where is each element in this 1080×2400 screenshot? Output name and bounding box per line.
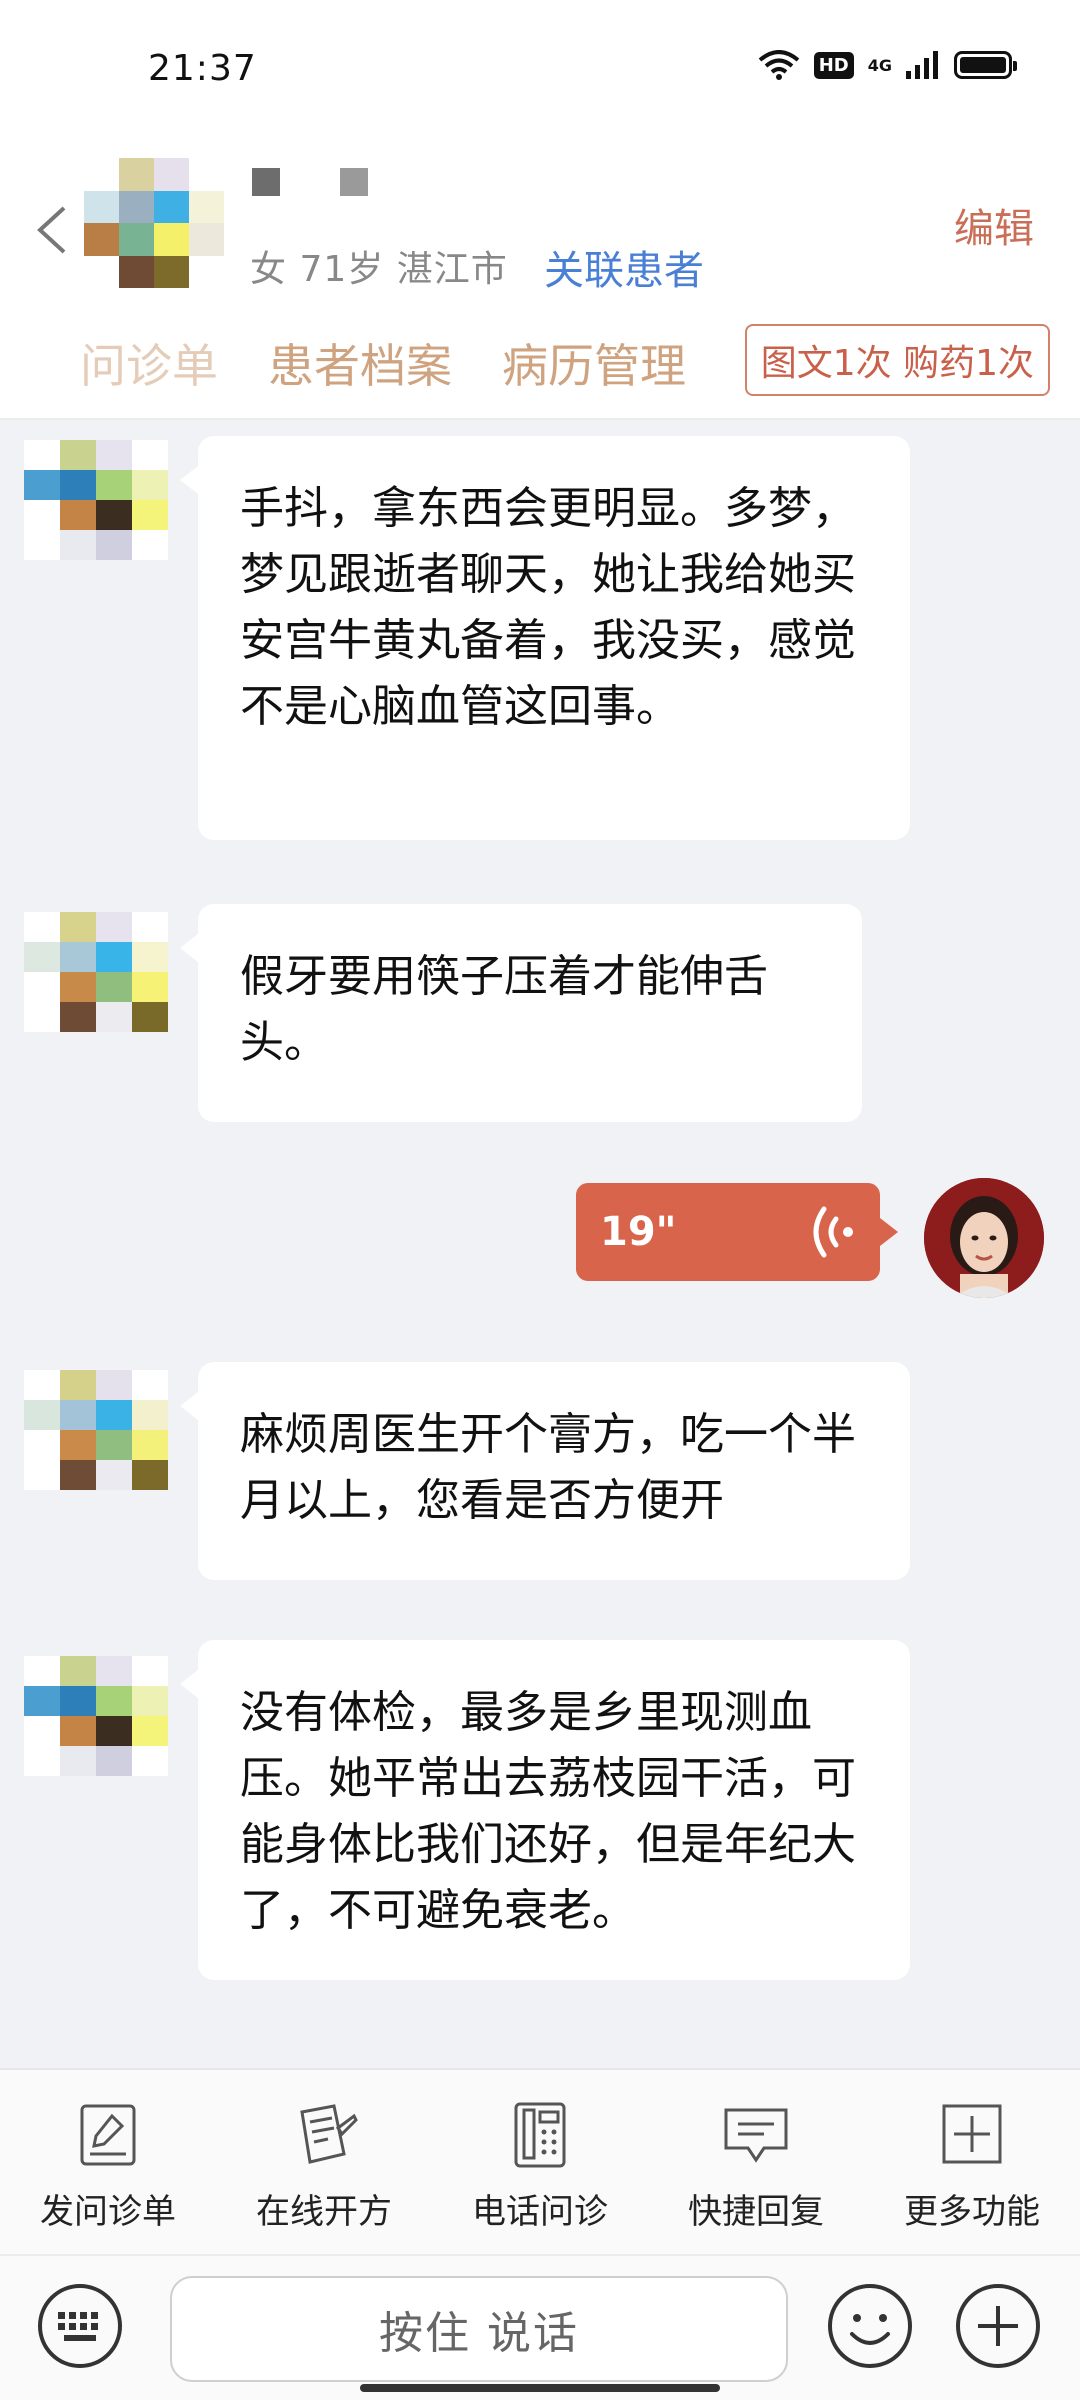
tab-patient-record[interactable]: 患者档案 [268, 330, 452, 396]
tool-label: 在线开方 [256, 2192, 392, 2232]
tab-medical-history[interactable]: 病历管理 [502, 330, 686, 396]
patient-avatar[interactable] [24, 440, 168, 560]
tool-label: 更多功能 [904, 2192, 1040, 2232]
input-bar: 按住 说话 [0, 2254, 1080, 2400]
message-text: 手抖，拿东西会更明显。多梦，梦见跟逝者聊天，她让我给她买安宫牛黄丸备着，我没买，… [240, 483, 856, 732]
message-text: 假牙要用筷子压着才能伸舌头。 [240, 951, 768, 1068]
status-time: 21:37 [148, 48, 257, 89]
phone-consult-button[interactable]: 电话问诊 [432, 2070, 648, 2254]
chat-reply-icon [724, 2108, 788, 2163]
patient-avatar[interactable] [24, 912, 168, 1032]
plus-box-icon [942, 2104, 1002, 2164]
battery-icon [954, 51, 1017, 79]
tool-label: 发问诊单 [40, 2192, 176, 2232]
doctor-avatar[interactable] [924, 1178, 1044, 1298]
consult-counter-badge: 图文1次 购药1次 [744, 324, 1050, 396]
patient-meta: 女 71岁 湛江市 [250, 249, 508, 290]
wifi-icon [758, 50, 800, 80]
add-icon[interactable] [954, 2282, 1042, 2370]
header-tabs: 问诊单 患者档案 病历管理 [80, 330, 686, 396]
tab-consult-form[interactable]: 问诊单 [80, 330, 218, 396]
message-bubble[interactable]: 没有体检，最多是乡里现测血压。她平常出去荔枝园干活，可能身体比我们还好，但是年纪… [180, 1640, 910, 1980]
more-functions-button[interactable]: 更多功能 [864, 2070, 1080, 2254]
message-bubble[interactable]: 手抖，拿东西会更明显。多梦，梦见跟逝者聊天，她让我给她买安宫牛黄丸备着，我没买，… [180, 436, 910, 840]
link-patient-button[interactable]: 关联患者 [544, 238, 704, 296]
patient-avatar[interactable] [24, 1370, 168, 1490]
doctor-portrait [924, 1178, 1044, 1298]
quick-reply-button[interactable]: 快捷回复 [648, 2070, 864, 2254]
phone-icon [514, 2102, 566, 2168]
message-bubble[interactable]: 麻烦周医生开个膏方，吃一个半月以上，您看是否方便开 [180, 1362, 910, 1580]
chat-header: 女 71岁 湛江市 关联患者 编辑 问诊单 患者档案 病历管理 图文1次 购药1… [0, 140, 1080, 420]
network-type: 4G [867, 55, 892, 75]
patient-avatar[interactable] [84, 158, 224, 288]
voice-wave-icon [813, 1206, 853, 1258]
hold-to-talk-button[interactable]: 按住 说话 [170, 2276, 788, 2382]
status-bar: 21:37 HD 4G [0, 0, 1080, 140]
emoji-icon[interactable] [826, 2282, 914, 2370]
tool-label: 电话问诊 [472, 2192, 608, 2232]
patient-name-redacted [252, 168, 368, 196]
hd-badge: HD [813, 51, 854, 79]
patient-avatar[interactable] [24, 1656, 168, 1776]
send-consult-form-button[interactable]: 发问诊单 [0, 2070, 216, 2254]
tool-label: 快捷回复 [688, 2192, 824, 2232]
online-prescription-button[interactable]: 在线开方 [216, 2070, 432, 2254]
signal-icon [906, 51, 938, 79]
back-arrow-icon[interactable] [30, 200, 80, 260]
message-text: 麻烦周医生开个膏方，吃一个半月以上，您看是否方便开 [240, 1409, 856, 1526]
voice-message-bubble[interactable]: 19" [576, 1183, 898, 1281]
voice-duration: 19" [600, 1209, 677, 1255]
form-edit-icon [80, 2104, 136, 2166]
message-bubble[interactable]: 假牙要用筷子压着才能伸舌头。 [180, 904, 862, 1122]
function-toolbar: 发问诊单 在线开方 电话问诊 快捷回复 更多功能 [0, 2068, 1080, 2254]
keyboard-icon[interactable] [36, 2282, 124, 2370]
message-text: 没有体检，最多是乡里现测血压。她平常出去荔枝园干活，可能身体比我们还好，但是年纪… [240, 1687, 856, 1936]
home-indicator[interactable] [360, 2384, 720, 2392]
edit-button[interactable]: 编辑 [954, 196, 1034, 254]
status-icons: HD 4G [758, 50, 1017, 80]
prescription-pen-icon [300, 2104, 358, 2164]
